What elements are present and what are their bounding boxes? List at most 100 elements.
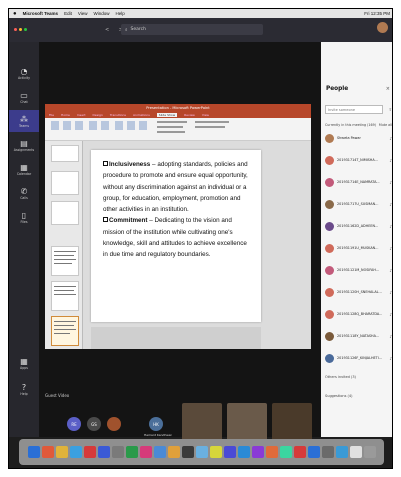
ribbon-option[interactable]: [195, 126, 225, 128]
rail-files[interactable]: ▯ Files: [9, 206, 39, 228]
slide-thumb[interactable]: [51, 281, 79, 311]
menu-view[interactable]: View: [78, 11, 88, 16]
rail-calls[interactable]: ✆ Calls: [9, 182, 39, 204]
participant-row[interactable]: 201931120H_SNEHALAL... ♪: [325, 286, 392, 298]
clock[interactable]: Fri 12:35 PM: [364, 11, 390, 16]
dock-app-icon[interactable]: [349, 446, 362, 458]
ribbon-button[interactable]: [75, 121, 83, 130]
ribbon-option[interactable]: [157, 126, 183, 128]
dock-app-icon[interactable]: [237, 446, 250, 458]
tab-home[interactable]: Home: [61, 113, 70, 117]
ribbon-option[interactable]: [195, 121, 229, 123]
zoom-window-button[interactable]: [24, 28, 27, 31]
participant-row[interactable]: 201931714T_NIMISHA... ♪: [325, 154, 392, 166]
participant-row[interactable]: 201931714E_NAMRATA... ♪: [325, 176, 392, 188]
slide-thumb[interactable]: [51, 171, 79, 195]
ribbon-button[interactable]: [89, 121, 97, 130]
dock-app-icon[interactable]: [265, 446, 278, 458]
ribbon-button[interactable]: [51, 121, 59, 130]
participant-row[interactable]: 201931191U_MUSKAN... ♪: [325, 242, 392, 254]
dock-app-icon[interactable]: [293, 446, 306, 458]
close-window-button[interactable]: [14, 28, 17, 31]
dock-app-icon[interactable]: [321, 446, 334, 458]
mic-off-icon: ♪: [389, 245, 392, 251]
dock-app-icon[interactable]: [111, 446, 124, 458]
dock-app-icon[interactable]: [139, 446, 152, 458]
dock-app-icon[interactable]: [223, 446, 236, 458]
rail-calendar[interactable]: ▦ Calendar: [9, 158, 39, 180]
others-invited-section[interactable]: Others invited (3): [325, 375, 356, 379]
tab-design[interactable]: Design: [93, 113, 103, 117]
profile-avatar[interactable]: [377, 22, 388, 33]
participant-row[interactable]: 201931162D_ADHEEN... ♪: [325, 220, 392, 232]
mute-all-button[interactable]: Mute all: [379, 123, 392, 127]
participant-avatar[interactable]: [107, 417, 121, 431]
tab-view[interactable]: View: [202, 113, 209, 117]
ribbon-button[interactable]: [115, 121, 123, 130]
minimize-window-button[interactable]: [19, 28, 22, 31]
ribbon-option[interactable]: [157, 121, 187, 123]
dock-app-icon[interactable]: [307, 446, 320, 458]
dock-app-icon[interactable]: [251, 446, 264, 458]
slide-thumb[interactable]: [51, 145, 79, 162]
dock-app-icon[interactable]: [335, 446, 348, 458]
dock-app-icon[interactable]: [41, 446, 54, 458]
participant-row[interactable]: 201931121M_NOSIFAH... ♪: [325, 264, 392, 276]
dock-app-icon[interactable]: [153, 446, 166, 458]
participant-video[interactable]: [227, 403, 267, 443]
ribbon-button[interactable]: [139, 121, 147, 130]
rail-chat[interactable]: ▭ Chat: [9, 86, 39, 108]
participant-row[interactable]: 201931717U_SUSMAN... ♪: [325, 198, 392, 210]
participant-avatar[interactable]: GS: [87, 417, 101, 431]
rail-activity[interactable]: ◔ Activity: [9, 62, 39, 84]
dock-app-icon[interactable]: [167, 446, 180, 458]
rail-teams[interactable]: ⁂ Teams: [9, 110, 39, 132]
apple-icon[interactable]: ●: [13, 11, 17, 17]
suggestions-section[interactable]: Suggestions (4): [325, 394, 352, 398]
tab-insert[interactable]: Insert: [77, 113, 86, 117]
dock-app-icon[interactable]: [69, 446, 82, 458]
participant-row[interactable]: 201931126F_KINJALHETI... ♪: [325, 352, 392, 364]
menu-help[interactable]: Help: [116, 11, 125, 16]
slide-thumb-selected[interactable]: [51, 316, 79, 346]
participant-avatar[interactable]: HK: [149, 417, 163, 431]
participant-row[interactable]: 201931118Y_NATASHA... ♪: [325, 330, 392, 342]
rail-assignments[interactable]: ▤ Assignments: [9, 134, 39, 156]
ribbon-option[interactable]: [157, 131, 185, 133]
dock-app-icon[interactable]: [279, 446, 292, 458]
dock-app-icon[interactable]: [27, 446, 40, 458]
slide-thumb[interactable]: [51, 246, 79, 276]
dock-app-icon[interactable]: [195, 446, 208, 458]
tab-transitions[interactable]: Transitions: [110, 113, 126, 117]
participant-avatar[interactable]: RE: [67, 417, 81, 431]
close-icon[interactable]: ×: [386, 86, 390, 92]
ribbon-button[interactable]: [101, 121, 109, 130]
dock-app-icon[interactable]: [55, 446, 68, 458]
share-invite-icon[interactable]: ⇪: [389, 107, 392, 112]
dock-app-icon[interactable]: [209, 446, 222, 458]
slide-thumb[interactable]: [51, 201, 79, 225]
menu-edit[interactable]: Edit: [64, 11, 72, 16]
ribbon-button[interactable]: [127, 121, 135, 130]
invite-input[interactable]: Invite someone: [325, 105, 383, 114]
menu-window[interactable]: Window: [94, 11, 110, 16]
tab-animations[interactable]: Animations: [133, 113, 150, 117]
ribbon-button[interactable]: [63, 121, 71, 130]
participant-video[interactable]: [182, 403, 222, 443]
participant-row[interactable]: 201931128Q_BHARATDA... ♪: [325, 308, 392, 320]
participant-row[interactable]: Shweta Pawar ♪: [325, 132, 392, 144]
tab-file[interactable]: File: [49, 113, 54, 117]
slide-canvas[interactable]: Inclusiveness – adopting standards, poli…: [91, 150, 261, 322]
rail-apps[interactable]: ▦ Apps: [9, 352, 39, 374]
rail-help[interactable]: ? Help: [9, 378, 39, 400]
participant-video[interactable]: [272, 403, 312, 443]
dock-app-icon[interactable]: [125, 446, 138, 458]
dock-app-icon[interactable]: [363, 446, 376, 458]
dock-app-icon[interactable]: [181, 446, 194, 458]
dock-app-icon[interactable]: [83, 446, 96, 458]
dock-app-icon[interactable]: [97, 446, 110, 458]
search-input[interactable]: ⌕ Search: [121, 24, 263, 35]
tab-review[interactable]: Review: [184, 113, 195, 117]
tab-slide-show[interactable]: Slide Show: [156, 113, 178, 117]
app-menu[interactable]: Microsoft Teams: [23, 11, 58, 16]
